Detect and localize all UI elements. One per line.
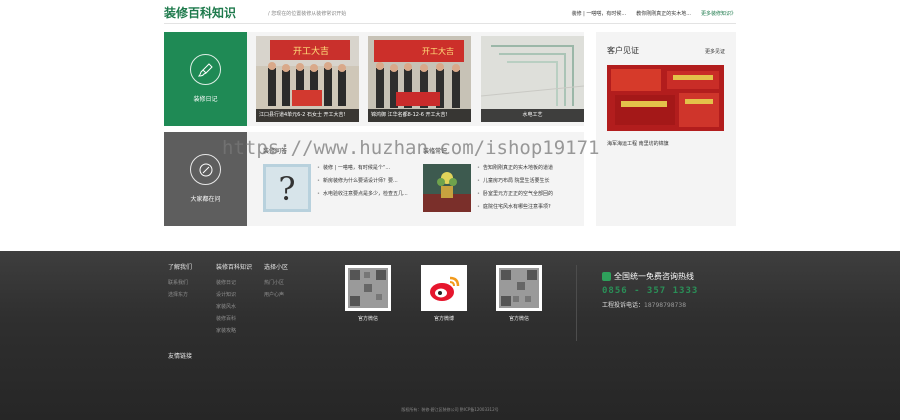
testimony-caption: 海军海运工程 南里坊的锦旗 (607, 141, 669, 147)
diary-photo-3[interactable]: 水电工艺 (481, 36, 584, 122)
qr-code-icon (348, 268, 388, 308)
banner-text: 开工大吉 (293, 45, 329, 57)
footer-col-community: 选择小区 热门小区 用户心声 (264, 262, 288, 301)
footer-divider (576, 265, 577, 341)
list-item[interactable]: 装修 | 一嗒嗒，有时候是个“... (317, 162, 408, 175)
footer-link[interactable]: 家装风水 (216, 301, 252, 313)
footer-link[interactable]: 装修日记 (216, 277, 252, 289)
footer-link[interactable]: 家装攻略 (216, 325, 252, 337)
wechat-qr-code[interactable] (345, 265, 391, 311)
category-label-ask: 大家都在问 (190, 196, 221, 203)
footer-link[interactable]: 联系我们 (168, 277, 192, 289)
header-link-1[interactable]: 装修 | 一嗒嗒，有时候... (572, 10, 627, 17)
list-item[interactable]: 儿童房巧布局 院里生活要生长 (477, 175, 553, 188)
footer-link[interactable]: 热门小区 (264, 277, 288, 289)
wechat-qr-code-2[interactable] (496, 265, 542, 311)
wechat-label-2: 官方微信 (508, 316, 529, 322)
project-number: 18798798738 (644, 302, 687, 309)
banner-text: 开工大吉 (422, 46, 454, 56)
project-label: 工程投诉电话： (602, 302, 645, 309)
phone-icon (602, 272, 611, 281)
footer-col-head: 装修百科知识 (216, 264, 253, 271)
footer-col-head: 了解我们 (168, 264, 193, 271)
footer-col-about: 了解我们 联系我们 选择东方 (168, 262, 192, 301)
weibo-label: 官方微博 (433, 316, 454, 322)
friend-links-label: 友情链接 (168, 353, 193, 360)
banner-flag-image[interactable] (607, 65, 724, 131)
list-item[interactable]: 水电验收注意要点是多少，检查五几... (317, 188, 408, 201)
header-links: 装修 | 一嗒嗒，有时候... 教你刚刚真正的实木地... 更多装修知识》 (572, 10, 736, 17)
list-item[interactable]: 庭院住宅风水有哪些注意事项? (477, 201, 553, 214)
news-list-tips: 告知刚刚真正的实木地板的道道 儿童房巧布局 院里生活要生长 卧室里元方正正的空气… (477, 162, 553, 214)
page-slogan: / 您现在的位置装修从装修常识开始 (268, 11, 347, 17)
hotline-title: 全国统一免费咨询热线 (602, 271, 698, 282)
hotline-block: 全国统一免费咨询热线 0856 - 357 1333 工程投诉电话：187987… (602, 271, 698, 309)
footer-col-head: 选择小区 (264, 264, 289, 271)
compass-icon (190, 154, 221, 185)
brush-icon (190, 54, 221, 85)
hotline-title-text: 全国统一免费咨询热线 (614, 272, 694, 281)
copyright-text: 版权所有：装修·碧江区装修公司 黔ICP备12003312号 (401, 407, 499, 412)
flower-vase-icon (423, 164, 471, 212)
svg-text:?: ? (278, 170, 295, 208)
diary-photo-1[interactable]: 开工大吉 江口县行道4单元6-2 石女士 开工大吉! (256, 36, 359, 122)
watermark-text: https://www.huzhan.com/ishop19171 (222, 137, 600, 159)
category-tile-diary[interactable]: 装修日记 (164, 32, 253, 126)
footer: 了解我们 联系我们 选择东方 装修百科知识 装修日记 设计知识 家装风水 装修百… (0, 251, 900, 420)
more-testimony-link[interactable]: 更多见证 (705, 48, 725, 55)
footer-col-knowledge: 装修百科知识 装修日记 设计知识 家装风水 装修百科 家装攻略 (216, 262, 252, 337)
footer-link[interactable]: 装修百科 (216, 313, 252, 325)
footer-link[interactable]: 设计知识 (216, 289, 252, 301)
header-link-2[interactable]: 教你刚刚真正的实木地... (636, 10, 691, 17)
testimony-panel: 客户见证 更多见证 海军海运工程 南里坊的锦旗 (596, 32, 736, 226)
page-title: 装修百科知识 (164, 6, 237, 20)
top-header: 装修百科知识 / 您现在的位置装修从装修常识开始 装修 | 一嗒嗒，有时候...… (164, 4, 736, 24)
more-knowledge-link[interactable]: 更多装修知识》 (701, 10, 736, 17)
list-item[interactable]: 新房装修为什么要请设计师？要... (317, 175, 408, 188)
weibo-qr-code[interactable] (421, 265, 467, 311)
footer-link[interactable]: 选择东方 (168, 289, 192, 301)
project-complaint-line: 工程投诉电话：18798798738 (602, 300, 698, 309)
footer-link[interactable]: 用户心声 (264, 289, 288, 301)
hotline-number: 0856 - 357 1333 (602, 286, 699, 296)
diary-photo-caption: 水电工艺 (481, 109, 584, 122)
diary-photo-caption: 锦鸿御 江华名都8-12-6 开工大吉! (368, 109, 471, 122)
list-item[interactable]: 告知刚刚真正的实木地板的道道 (477, 162, 553, 175)
category-label-diary: 装修日记 (193, 96, 218, 103)
wechat-label: 官方微信 (357, 316, 378, 322)
diary-photo-caption: 江口县行道4单元6-2 石女士 开工大吉! (256, 109, 359, 122)
list-item[interactable]: 卧室里元方正正的空气全部回的 (477, 188, 553, 201)
testimony-title: 客户见证 (607, 46, 639, 55)
news-list-qa: 装修 | 一嗒嗒，有时候是个“... 新房装修为什么要请设计师？要... 水电验… (317, 162, 408, 201)
question-mark-icon: ? (263, 164, 311, 212)
diary-photo-2[interactable]: 开工大吉 锦鸿御 江华名都8-12-6 开工大吉! (368, 36, 471, 122)
qr-code-icon (499, 268, 539, 308)
page: 装修百科知识 / 您现在的位置装修从装修常识开始 装修 | 一嗒嗒，有时候...… (0, 0, 900, 420)
weibo-icon (424, 268, 464, 308)
